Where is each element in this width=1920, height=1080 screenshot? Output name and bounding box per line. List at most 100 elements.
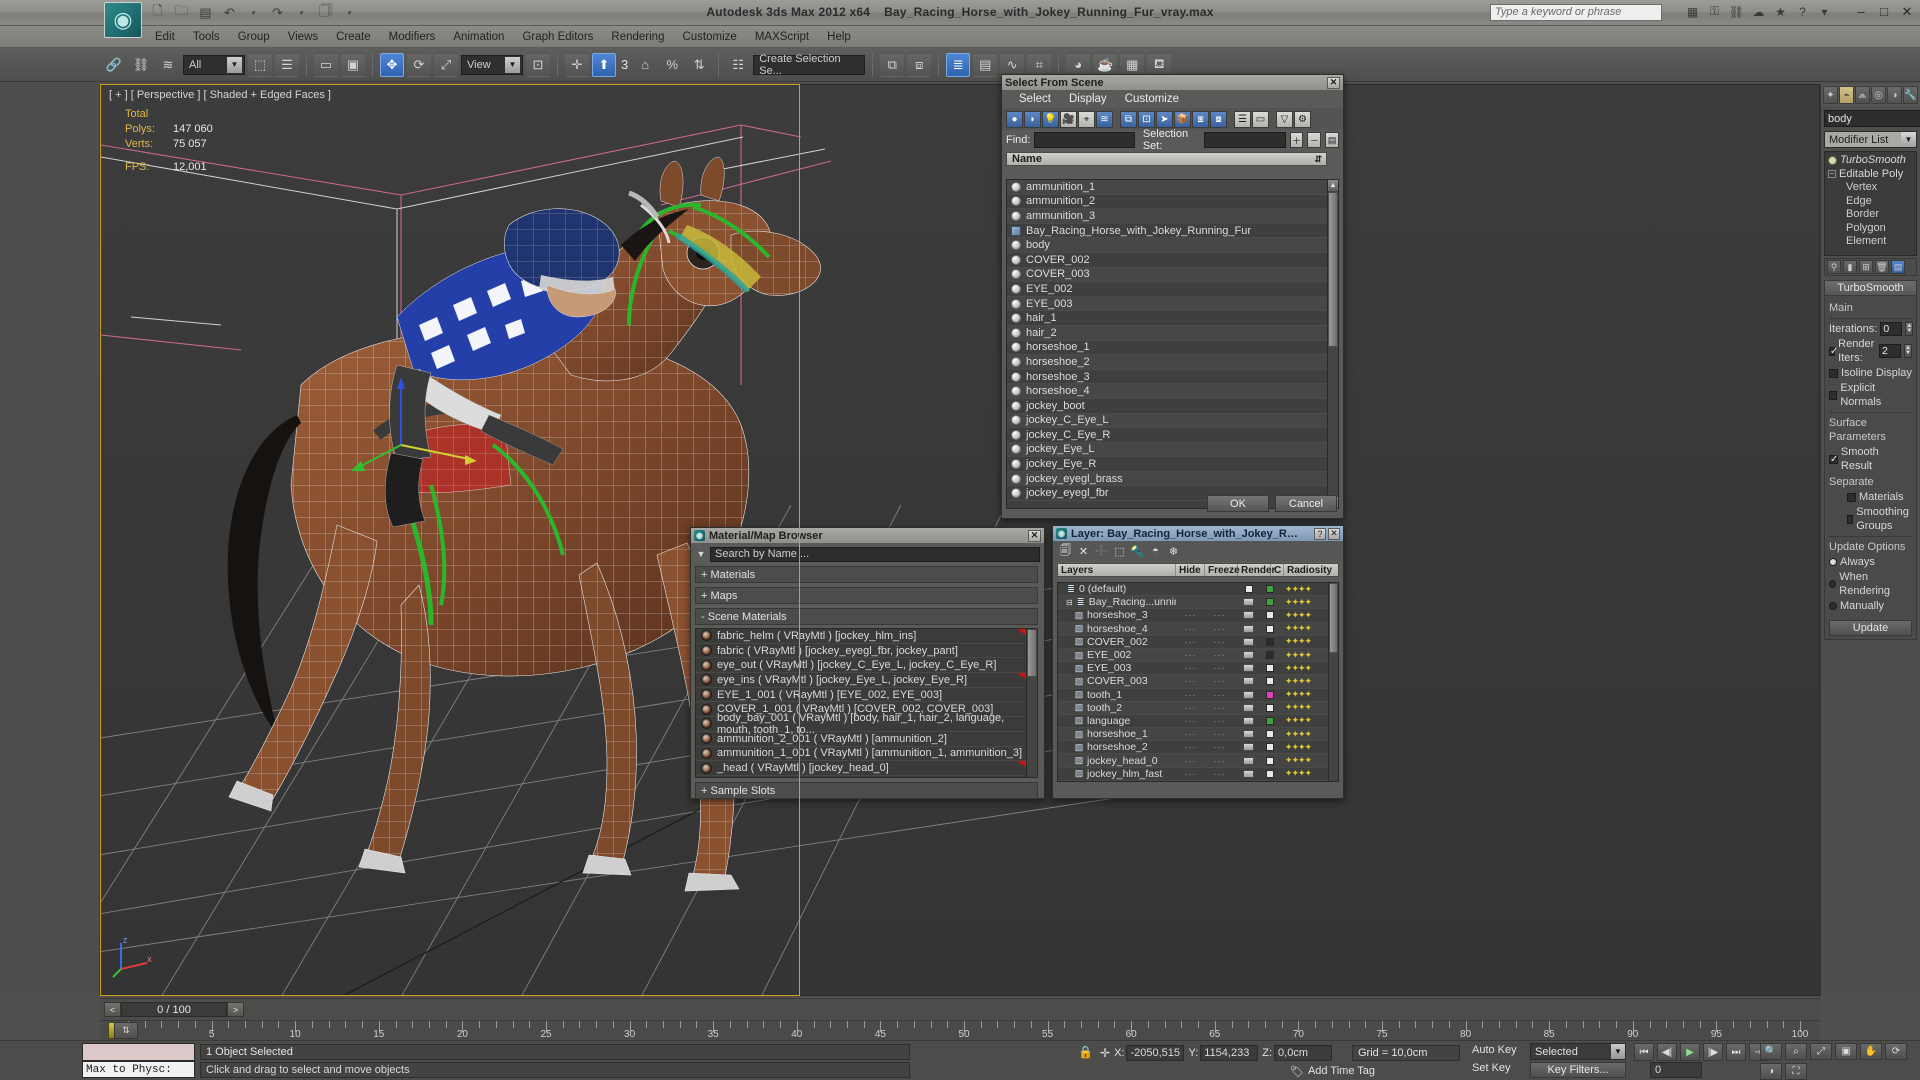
tab-motion[interactable]: ◎ (1871, 86, 1886, 104)
menu-views[interactable]: Views (279, 29, 327, 45)
layer-name-cell[interactable]: ⊟ ≣ Bay_Racing...unning (1058, 596, 1176, 608)
radiosity-cell[interactable]: ✦✦✦✦ (1276, 597, 1320, 608)
angle-snap-icon[interactable]: ⌂ (633, 53, 657, 77)
z-field[interactable]: 0,0cm (1274, 1045, 1333, 1061)
isoline-display-checkbox[interactable] (1829, 368, 1838, 378)
layer-name-cell[interactable]: ▧ language (1058, 715, 1176, 727)
display-containers-icon[interactable]: 📦 (1174, 110, 1191, 128)
lock-selection-icon[interactable]: 🔒 (1078, 1045, 1093, 1059)
scene-node-row[interactable]: horseshoe_3 (1007, 369, 1327, 385)
rendered-frame-window-icon[interactable]: ▦ (1120, 52, 1145, 77)
group-sample-slots[interactable]: + Sample Slots (695, 782, 1038, 799)
column-freeze[interactable]: Freeze (1205, 564, 1240, 576)
key-filters-button[interactable]: Key Filters... (1530, 1062, 1626, 1078)
color-cell[interactable] (1263, 743, 1276, 752)
layer-row[interactable]: ▧ EYE_002 ··· ··· ✦✦✦✦ (1058, 648, 1328, 663)
radiosity-cell[interactable]: ✦✦✦✦ (1276, 610, 1320, 621)
layer-name-cell[interactable]: ▧ tooth_2 (1058, 702, 1176, 714)
iterations-spinner[interactable]: ▲ ▼ (1905, 322, 1914, 336)
next-frame-button[interactable]: > (227, 1002, 244, 1017)
filter-settings-icon[interactable]: ⚙ (1294, 110, 1311, 128)
time-tag-icon[interactable]: 🏷 (1290, 1065, 1304, 1078)
layer-manager-dialog[interactable]: ◉ Layer: Bay_Racing_Horse_with_Jokey_Run… (1052, 525, 1344, 799)
pin-stack-icon[interactable]: ⚲ (1827, 260, 1841, 274)
pan-view-icon[interactable]: ✋ (1860, 1043, 1882, 1060)
selection-set-input[interactable] (1203, 132, 1286, 148)
layer-name-cell[interactable]: ▧ EYE_002 (1058, 649, 1176, 661)
tab-display[interactable]: ◑ (1887, 86, 1902, 104)
scene-node-row[interactable]: jockey_boot (1007, 398, 1327, 414)
scene-node-row[interactable]: body (1007, 238, 1327, 253)
layer-name-cell[interactable]: ▧ jockey_head_0 (1058, 755, 1176, 767)
radiosity-cell[interactable]: ✦✦✦✦ (1276, 755, 1320, 766)
smooth-result-checkbox[interactable] (1829, 453, 1838, 467)
find-input[interactable] (1034, 132, 1135, 148)
scene-node-row[interactable]: hair_2 (1007, 325, 1327, 341)
sort-ascending-icon[interactable]: ⇵ (1314, 154, 1322, 165)
current-frame-field[interactable]: 0 (1650, 1062, 1702, 1078)
hide-cell[interactable]: ··· (1176, 610, 1205, 620)
select-from-scene-dialog[interactable]: Select From Scene ✕ Select Display Custo… (1001, 74, 1344, 519)
color-cell[interactable] (1263, 624, 1276, 633)
render-setup-icon[interactable]: ☕ (1093, 52, 1118, 77)
go-to-end-icon[interactable]: ⏭ (1726, 1043, 1746, 1061)
display-shapes-icon[interactable]: ◗ (1024, 110, 1041, 128)
render-cell[interactable] (1234, 637, 1263, 646)
material-row[interactable]: fabric_helm ( VRayMtl ) [jockey_hlm_ins] (696, 629, 1037, 644)
scene-materials-list[interactable]: fabric_helm ( VRayMtl ) [jockey_hlm_ins]… (695, 628, 1038, 778)
render-cell[interactable] (1234, 624, 1263, 633)
layer-row[interactable]: ▧ horseshoe_4 ··· ··· ✦✦✦✦ (1058, 622, 1328, 636)
mirror-icon[interactable]: ⧉ (880, 52, 905, 77)
layer-name-cell[interactable]: ▧jockey_tops (1058, 781, 1176, 782)
column-layers[interactable]: Layers (1058, 564, 1176, 576)
workspace-icon[interactable]: ▦ (1685, 4, 1700, 19)
menu-customize[interactable]: Customize (673, 29, 745, 45)
hide-cell[interactable]: ··· (1176, 769, 1205, 779)
render-cell[interactable] (1234, 690, 1263, 699)
layer-row[interactable]: ▧ EYE_003 ··· ··· ✦✦✦✦ (1058, 662, 1328, 676)
sign-in-icon[interactable]: ☁ (1751, 4, 1766, 19)
graphite-modeling-icon[interactable]: ▤ (973, 52, 998, 77)
display-lights-icon[interactable]: 💡 (1042, 110, 1059, 128)
scrollbar-thumb[interactable] (1027, 629, 1037, 677)
scene-node-row[interactable]: jockey_C_Eye_L (1007, 413, 1327, 429)
zoom-extents-icon[interactable]: ⤢ (1810, 1043, 1832, 1060)
frame-display[interactable]: 0 / 100 (121, 1002, 227, 1017)
radiosity-cell[interactable]: ✦✦✦✦ (1276, 676, 1320, 687)
schematic-view-icon[interactable]: ⌗ (1027, 52, 1052, 77)
scene-node-row[interactable]: jockey_Eye_L (1007, 442, 1327, 458)
object-name-input[interactable] (1824, 110, 1920, 127)
hide-layer-icon[interactable]: ◓ (1148, 544, 1163, 559)
scene-node-row[interactable]: COVER_003 (1007, 267, 1327, 283)
hide-cell[interactable]: ··· (1176, 703, 1205, 713)
field-of-view-icon[interactable]: ◑ (1760, 1063, 1782, 1080)
layer-name-cell[interactable]: ▧ horseshoe_3 (1058, 609, 1176, 621)
selection-filter-combo[interactable]: All ▼ (183, 54, 245, 75)
material-map-browser[interactable]: ◉ Material/Map Browser ✕ ▼ Search by Nam… (690, 527, 1045, 799)
scene-node-row[interactable]: horseshoe_2 (1007, 355, 1327, 370)
menu-animation[interactable]: Animation (444, 29, 513, 45)
create-new-layer-icon[interactable]: 🗐 (1058, 544, 1073, 559)
freeze-cell[interactable]: ··· (1205, 703, 1234, 713)
stack-sub-border[interactable]: Border (1828, 208, 1913, 222)
scene-node-row[interactable]: Bay_Racing_Horse_with_Jokey_Running_Fur (1007, 223, 1327, 239)
material-row[interactable]: EYE_1_001 ( VRayMtl ) [EYE_002, EYE_003] (696, 688, 1037, 703)
chevron-down-icon[interactable]: ▾ (1817, 4, 1832, 19)
layer-row[interactable]: ▧ jockey_head_0 ··· ··· ✦✦✦✦ (1058, 754, 1328, 768)
freeze-cell[interactable]: ··· (1205, 729, 1234, 739)
menu-graph-editors[interactable]: Graph Editors (513, 29, 602, 45)
hide-cell[interactable]: ··· (1176, 624, 1205, 634)
column-hide[interactable]: Hide (1176, 564, 1205, 576)
menu-maxscript[interactable]: MAXScript (746, 29, 818, 45)
update-always-radio[interactable] (1829, 558, 1837, 566)
filter-icon[interactable]: ▽ (1276, 110, 1293, 128)
snaps-toggle-icon[interactable]: ⬆ (592, 52, 616, 77)
stack-item-editable-poly[interactable]: – Editable Poly (1828, 168, 1913, 182)
zoom-icon[interactable]: 🔍 (1760, 1043, 1782, 1060)
layer-row[interactable]: ▧ language ··· ··· ✦✦✦✦ (1058, 715, 1328, 729)
tab-hierarchy[interactable]: ⩕ (1855, 86, 1870, 104)
scene-node-row[interactable]: jockey_eyegl_brass (1007, 471, 1327, 487)
search-options-icon[interactable]: ▼ (695, 548, 707, 560)
color-cell[interactable] (1263, 598, 1276, 607)
prev-frame-button[interactable]: < (104, 1002, 121, 1017)
